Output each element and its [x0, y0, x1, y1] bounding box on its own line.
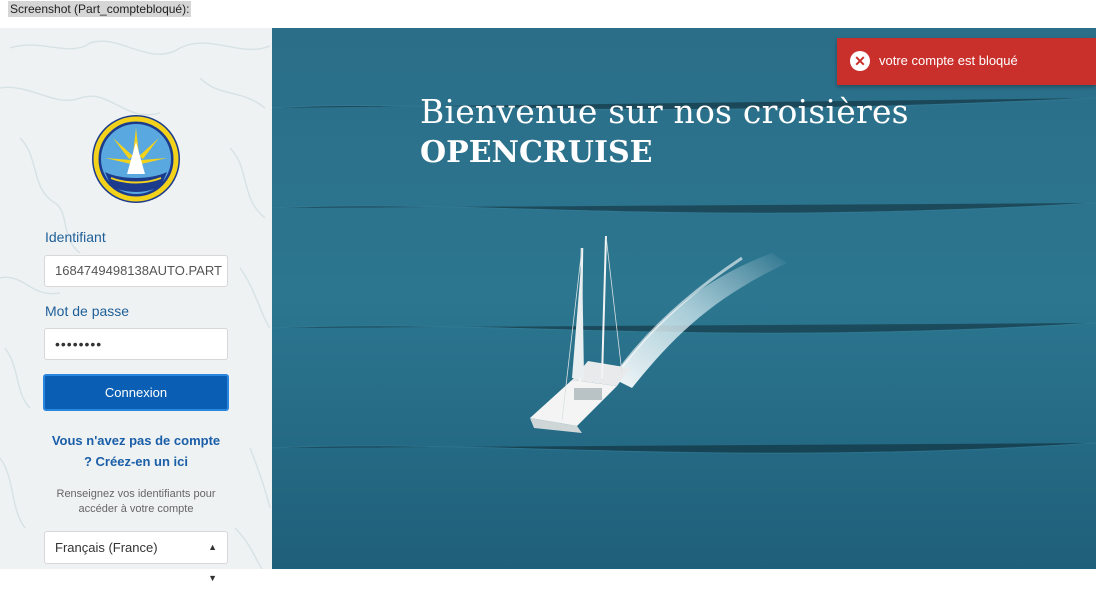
language-select[interactable]: Français (France) ▲ ▼ — [44, 531, 228, 583]
company-logo — [92, 115, 180, 203]
hero-title-line-2: OPENCRUISE — [420, 135, 653, 170]
hint-line-2: accéder à votre compte — [78, 503, 194, 515]
password-label: Mot de passe — [45, 303, 130, 319]
hero-title-line-1: Bienvenue sur nos croisières — [420, 92, 909, 131]
signup-line-2[interactable]: ? Créez-en un ici — [36, 451, 236, 472]
password-input[interactable]: •••••••• — [44, 328, 228, 360]
select-arrows-icon: ▲ ▼ — [208, 542, 217, 583]
identifiant-input[interactable]: 1684749498138AUTO.PART — [44, 255, 228, 287]
connexion-button[interactable]: Connexion — [43, 374, 229, 411]
identifiant-label: Identifiant — [45, 229, 106, 245]
error-toast: ✕ votre compte est bloqué — [837, 38, 1096, 85]
error-x-icon[interactable]: ✕ — [850, 51, 870, 71]
hint-line-1: Renseignez vos identifiants pour — [56, 488, 216, 500]
toast-message: votre compte est bloqué — [879, 53, 1018, 68]
signup-link[interactable]: Vous n'avez pas de compte ? Créez-en un … — [36, 430, 236, 472]
language-selected-value: Français (France) — [55, 540, 158, 555]
screenshot-caption: Screenshot (Part_comptebloqué): — [8, 1, 192, 17]
signup-line-1[interactable]: Vous n'avez pas de compte — [36, 430, 236, 451]
login-hint: Renseignez vos identifiants pour accéder… — [36, 487, 236, 517]
